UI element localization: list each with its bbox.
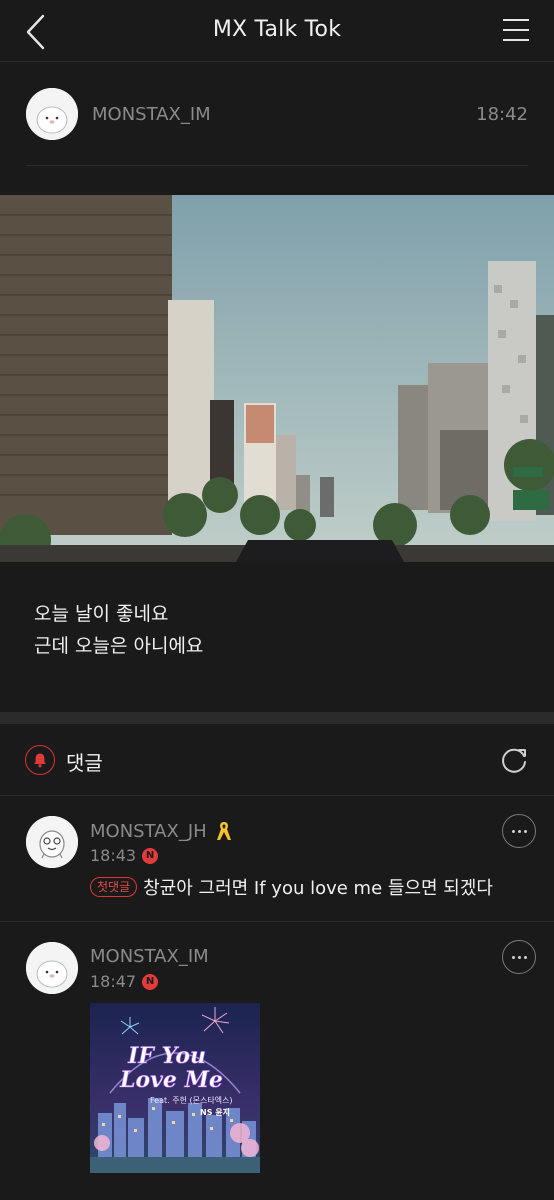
comment-item: MONSTAX_JH 18:43 N 첫댓글 창균아 그러면 If you lo… xyxy=(0,796,554,921)
city-street-photo xyxy=(0,195,554,562)
comment-body: 첫댓글 창균아 그러면 If you love me 들으면 되겠다 xyxy=(90,874,493,900)
comment-meta: 18:43 N xyxy=(90,846,159,865)
comment-time: 18:43 xyxy=(90,846,137,865)
dot xyxy=(517,955,521,959)
post-time: 18:42 xyxy=(476,104,528,125)
dot xyxy=(511,829,515,833)
bell-icon xyxy=(34,753,46,768)
post-line: 오늘 날이 좋네요 xyxy=(34,603,169,625)
new-badge: N xyxy=(142,847,159,864)
top-bar: MX Talk Tok xyxy=(0,0,554,62)
post-text: 오늘 날이 좋네요 근데 오늘은 아니에요 xyxy=(34,598,203,662)
yellow-ribbon-icon xyxy=(216,822,231,840)
comments-header: 댓글 xyxy=(0,724,554,796)
notification-button[interactable] xyxy=(25,745,55,775)
character-avatar-icon xyxy=(26,942,78,994)
refresh-button[interactable] xyxy=(498,744,530,776)
character-avatar-icon xyxy=(26,88,78,140)
commenter-name-text[interactable]: MONSTAX_IM xyxy=(90,946,209,967)
hamburger-menu-icon xyxy=(503,19,529,41)
commenter-avatar[interactable] xyxy=(26,942,78,994)
section-separator xyxy=(0,712,554,724)
album-cover-image[interactable]: IF You Love Me Feat. 주헌 (몬스타엑스) NS 윤지 xyxy=(90,1003,260,1173)
comment-text: 창균아 그러면 If you love me 들으면 되겠다 xyxy=(143,878,493,899)
dot xyxy=(523,829,527,833)
album-title-line: IF You xyxy=(127,1043,206,1069)
more-options-button[interactable] xyxy=(502,814,536,848)
character-avatar-icon xyxy=(26,816,78,868)
comment-item: MONSTAX_IM 18:47 N xyxy=(0,922,554,1200)
new-badge: N xyxy=(142,973,159,990)
album-feat-text: Feat. 주헌 (몬스타엑스) xyxy=(150,1095,233,1105)
post-author[interactable]: MONSTAX_IM xyxy=(92,104,211,125)
author-avatar[interactable] xyxy=(26,88,78,140)
more-options-button[interactable] xyxy=(502,940,536,974)
page-title: MX Talk Tok xyxy=(212,17,342,42)
dot xyxy=(523,955,527,959)
comment-meta: 18:47 N xyxy=(90,972,159,991)
commenter-name: MONSTAX_JH xyxy=(90,820,233,842)
first-comment-badge: 첫댓글 xyxy=(90,877,138,897)
post-header: MONSTAX_IM 18:42 xyxy=(0,62,554,167)
album-brand-text: NS 윤지 xyxy=(200,1107,230,1117)
album-cover-art: IF You Love Me Feat. 주헌 (몬스타엑스) NS 윤지 xyxy=(90,1003,260,1173)
comments-label: 댓글 xyxy=(66,751,103,775)
commenter-name-text[interactable]: MONSTAX_JH xyxy=(90,821,207,842)
menu-button[interactable] xyxy=(502,16,530,44)
divider xyxy=(26,165,528,166)
commenter-avatar[interactable] xyxy=(26,816,78,868)
dot xyxy=(511,955,515,959)
post-line: 근데 오늘은 아니에요 xyxy=(34,635,204,657)
refresh-icon xyxy=(502,748,526,773)
comment-time: 18:47 xyxy=(90,972,137,991)
commenter-name: MONSTAX_IM xyxy=(90,946,209,967)
dot xyxy=(517,829,521,833)
post-photo[interactable] xyxy=(0,195,554,562)
album-title-line: Love Me xyxy=(119,1067,223,1093)
